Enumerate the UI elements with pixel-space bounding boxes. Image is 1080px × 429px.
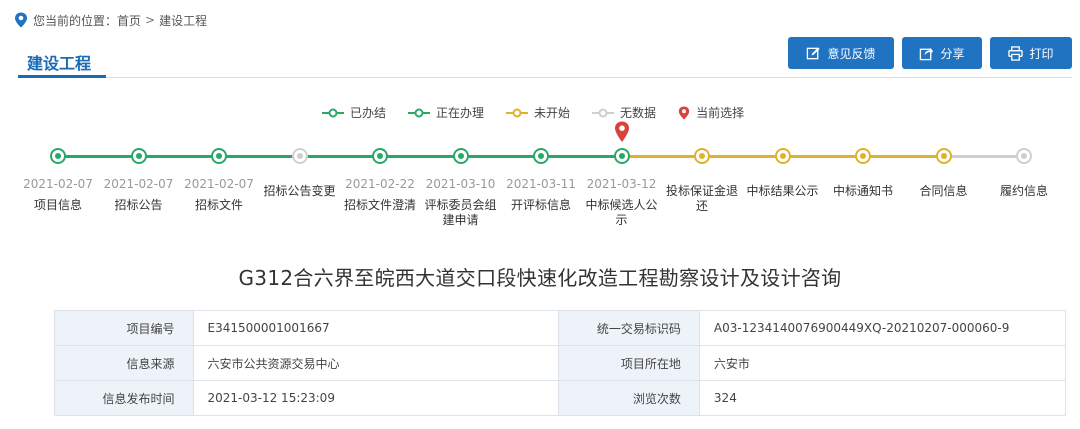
timeline-connector: [702, 155, 783, 158]
location-value: 六安市: [698, 345, 1067, 381]
timeline-step-date: 2021-02-07: [184, 177, 254, 191]
location-label: 项目所在地: [558, 345, 700, 381]
table-row: 信息发布时间 2021-03-12 15:23:09 浏览次数 324: [54, 380, 1067, 416]
project-info-table: 项目编号 E341500001001667 统一交易标识码 A03-123414…: [54, 310, 1067, 416]
timeline-step-label[interactable]: 合同信息: [904, 184, 984, 199]
timeline-step-label[interactable]: 招标文件澄清: [340, 198, 420, 213]
timeline-step-label[interactable]: 中标通知书: [823, 184, 903, 199]
timeline-step-dot[interactable]: [50, 148, 66, 164]
timeline-step-dot[interactable]: [935, 148, 952, 164]
timeline-connector: [782, 155, 863, 158]
timeline-step-label[interactable]: 开评标信息: [501, 198, 581, 213]
timeline-step-label[interactable]: 招标公告变更: [260, 184, 340, 199]
timeline-connector: [299, 155, 380, 158]
project-title: G312合六界至皖西大道交口段快速化改造工程勘察设计及设计咨询: [238, 266, 842, 290]
timeline-step-label[interactable]: 评标委员会组建申请: [421, 198, 501, 228]
timeline-step-label[interactable]: 中标结果公示: [743, 184, 823, 199]
timeline-connector: [621, 155, 702, 158]
timeline-step-label[interactable]: 招标文件: [179, 198, 259, 213]
views-label: 浏览次数: [558, 380, 700, 416]
timeline-step-dot[interactable]: [1016, 148, 1032, 164]
timeline-step-label[interactable]: 招标公告: [99, 198, 179, 213]
timeline-step-label[interactable]: 履约信息: [984, 184, 1064, 199]
timeline-step-label[interactable]: 中标候选人公示: [582, 198, 662, 228]
timeline-step-dot[interactable]: [855, 148, 871, 164]
timeline-connector: [541, 155, 622, 158]
trade-id-label: 统一交易标识码: [558, 310, 700, 346]
timeline-connector: [219, 155, 300, 158]
timeline-step-dot[interactable]: [613, 148, 630, 164]
timeline-step-label[interactable]: 投标保证金退还: [662, 184, 742, 214]
timeline-step-dot[interactable]: [130, 148, 147, 164]
timeline-connector: [58, 155, 139, 158]
timeline-step-dot[interactable]: [774, 148, 791, 164]
project-no-value: E341500001001667: [192, 310, 560, 346]
timeline-step-dot[interactable]: [533, 148, 549, 164]
timeline-step-dot[interactable]: [694, 148, 710, 164]
timeline-step-dot[interactable]: [211, 148, 227, 164]
source-label: 信息来源: [54, 345, 194, 381]
table-row: 项目编号 E341500001001667 统一交易标识码 A03-123414…: [54, 310, 1067, 346]
timeline-connector: [460, 155, 541, 158]
publish-time-value: 2021-03-12 15:23:09: [192, 380, 560, 416]
progress-timeline: 2021-02-07 项目信息 2021-02-07 招标公告 2021-02-07 招标…: [0, 0, 1080, 240]
timeline-connector: [943, 155, 1024, 158]
timeline-step-dot[interactable]: [452, 148, 469, 164]
timeline-step-dot[interactable]: [372, 148, 388, 164]
source-value: 六安市公共资源交易中心: [192, 345, 560, 381]
timeline-connector: [863, 155, 944, 158]
timeline-step-date: 2021-03-12: [586, 177, 657, 191]
timeline-connector: [380, 155, 461, 158]
timeline-step-dot[interactable]: [291, 148, 308, 164]
current-step-marker-icon: [614, 121, 629, 142]
timeline-step-label[interactable]: 项目信息: [18, 198, 98, 213]
trade-id-value: A03-1234140076900449XQ-20210207-000060-9: [698, 310, 1067, 346]
project-no-label: 项目编号: [54, 310, 194, 346]
table-row: 信息来源 六安市公共资源交易中心 项目所在地 六安市: [54, 345, 1067, 381]
publish-time-label: 信息发布时间: [54, 380, 194, 416]
views-value: 324: [698, 380, 1067, 416]
timeline-connector: [138, 155, 219, 158]
